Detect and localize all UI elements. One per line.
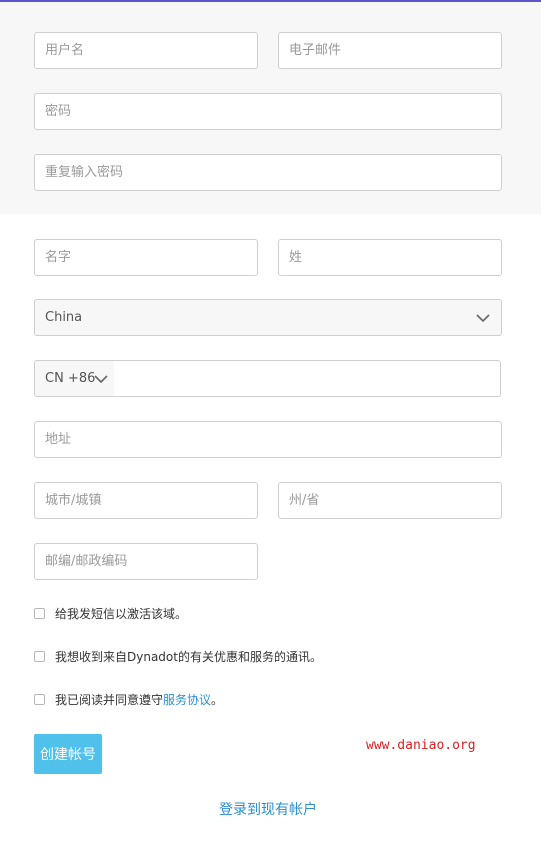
watermark-text: www.daniao.org: [366, 738, 476, 753]
sms-activation-label: 给我发短信以激活该域。: [55, 606, 188, 621]
state-field[interactable]: [278, 482, 502, 519]
zip-input[interactable]: [35, 544, 257, 579]
first-name-field[interactable]: [34, 239, 258, 276]
agree-terms-prefix: 我已阅读并同意遵守: [55, 692, 164, 707]
address-field[interactable]: [34, 421, 502, 458]
country-select-value: China: [45, 310, 83, 325]
agree-terms-label: 我已阅读并同意遵守服务协议。: [55, 691, 223, 708]
password-field[interactable]: [34, 93, 502, 130]
agree-terms-checkbox[interactable]: [34, 693, 45, 705]
agree-terms-option[interactable]: 我已阅读并同意遵守服务协议。: [34, 690, 223, 708]
zip-field[interactable]: [34, 543, 258, 580]
first-name-input[interactable]: [35, 240, 257, 275]
sms-activation-checkbox[interactable]: [34, 607, 45, 619]
chevron-down-icon: [476, 314, 490, 323]
address-input[interactable]: [35, 422, 501, 457]
phone-country-code-value: CN +86: [45, 371, 96, 386]
login-existing-account-link[interactable]: 登录到现有帐户: [0, 799, 536, 819]
phone-number-field[interactable]: [114, 360, 501, 397]
repeat-password-field[interactable]: [34, 154, 502, 191]
chevron-down-icon: [94, 375, 108, 384]
email-field[interactable]: [278, 32, 502, 69]
promotions-option[interactable]: 我想收到来自Dynadot的有关优惠和服务的通讯。: [34, 647, 322, 665]
country-select[interactable]: China: [34, 299, 502, 336]
phone-country-code-select[interactable]: CN +86: [34, 360, 115, 397]
username-input[interactable]: [35, 33, 257, 68]
phone-number-input[interactable]: [114, 361, 500, 396]
promotions-label: 我想收到来自Dynadot的有关优惠和服务的通讯。: [55, 649, 322, 664]
city-input[interactable]: [35, 483, 257, 518]
promotions-checkbox[interactable]: [34, 650, 45, 662]
agree-terms-suffix: 。: [211, 692, 224, 707]
last-name-input[interactable]: [279, 240, 501, 275]
city-field[interactable]: [34, 482, 258, 519]
repeat-password-input[interactable]: [35, 155, 501, 190]
terms-of-service-link[interactable]: 服务协议: [163, 693, 211, 707]
password-input[interactable]: [35, 94, 501, 129]
create-account-button[interactable]: 创建帐号: [34, 734, 102, 774]
username-field[interactable]: [34, 32, 258, 69]
last-name-field[interactable]: [278, 239, 502, 276]
sms-activation-option[interactable]: 给我发短信以激活该域。: [34, 604, 187, 622]
email-input[interactable]: [279, 33, 501, 68]
state-input[interactable]: [279, 483, 501, 518]
